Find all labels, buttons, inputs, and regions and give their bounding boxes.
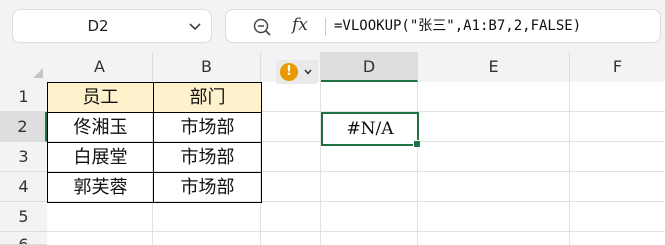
row-header-5[interactable]: 5	[0, 202, 47, 232]
column-header-f[interactable]: F	[570, 52, 665, 82]
row-header-6[interactable]: 6	[0, 232, 47, 245]
select-all-corner[interactable]	[0, 52, 47, 82]
gridline	[417, 82, 418, 245]
column-header-a[interactable]: A	[47, 52, 153, 82]
cell-a4[interactable]: 郭芙蓉	[47, 172, 154, 203]
cell-a3[interactable]: 白展堂	[47, 142, 154, 173]
fill-handle[interactable]	[413, 140, 421, 148]
cell-a2[interactable]: 佟湘玉	[47, 112, 154, 143]
formula-input[interactable]: fx =VLOOKUP("张三",A1:B7,2,FALSE)	[225, 9, 661, 43]
active-cell-d2[interactable]: #N/A	[321, 112, 421, 148]
cell-b3[interactable]: 市场部	[153, 142, 262, 173]
formula-divider	[325, 18, 326, 36]
cell-a1[interactable]: 员工	[47, 82, 154, 113]
name-box-value: D2	[87, 17, 109, 35]
error-indicator-button[interactable]: !	[276, 60, 318, 84]
gridline	[320, 82, 321, 245]
cell-b4[interactable]: 市场部	[153, 172, 262, 203]
warning-icon: !	[280, 63, 298, 81]
row-header-2[interactable]: 2	[0, 112, 47, 142]
name-box[interactable]: D2	[12, 9, 212, 43]
cell-b1[interactable]: 部门	[153, 82, 262, 113]
zoom-icon[interactable]	[252, 17, 272, 37]
row-header-4[interactable]: 4	[0, 172, 47, 202]
formula-toolbar: D2 fx =VLOOKUP("张三",A1:B7,2,FALSE)	[0, 0, 665, 52]
row-header-3[interactable]: 3	[0, 142, 47, 172]
column-header-d[interactable]: D	[321, 52, 418, 82]
chevron-down-icon[interactable]	[187, 18, 203, 34]
gridline	[569, 82, 570, 245]
column-header-b[interactable]: B	[153, 52, 261, 82]
cell-d2-value: #N/A	[346, 119, 394, 139]
column-header-e[interactable]: E	[418, 52, 570, 82]
row-header-1[interactable]: 1	[0, 82, 47, 112]
formula-text[interactable]: =VLOOKUP("张三",A1:B7,2,FALSE)	[334, 10, 581, 42]
chevron-down-icon	[304, 69, 312, 75]
gridline	[47, 231, 665, 232]
fx-icon[interactable]: fx	[292, 15, 312, 37]
cell-b2[interactable]: 市场部	[153, 112, 262, 143]
